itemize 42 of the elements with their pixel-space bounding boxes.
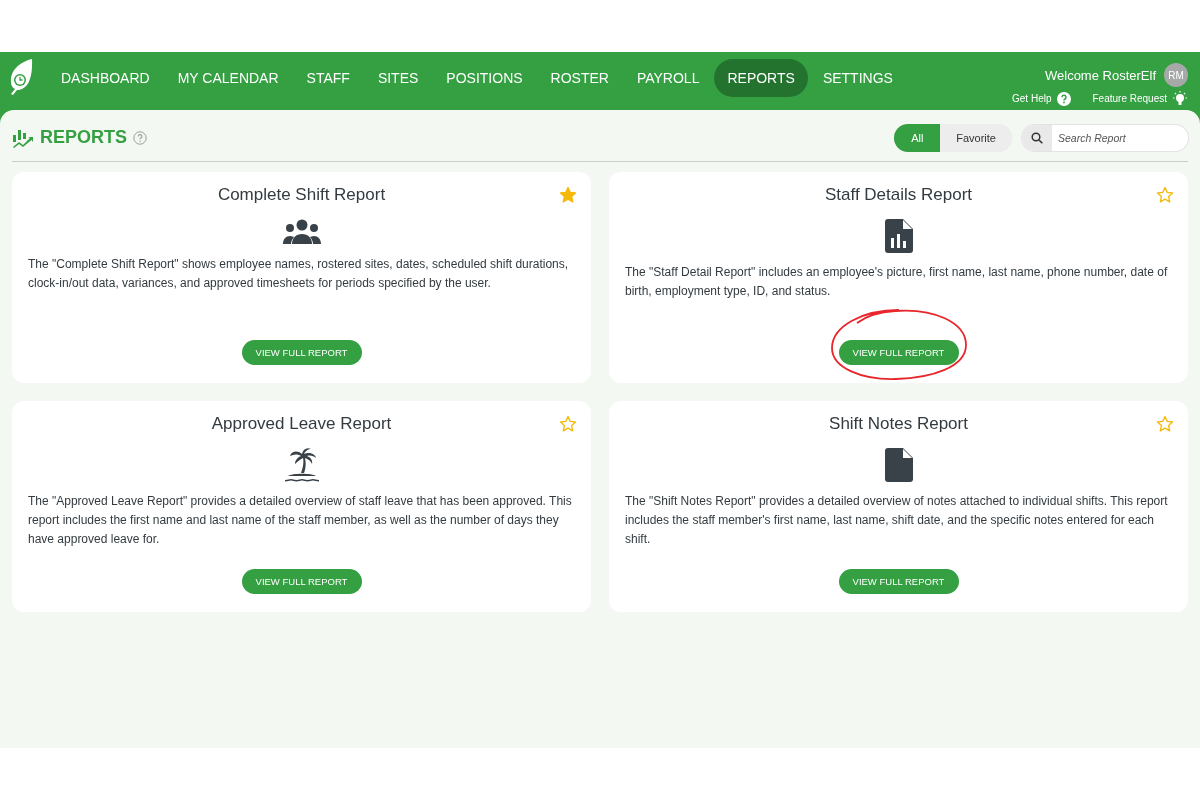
leaf-clock-logo-icon[interactable] [8,58,34,96]
user-avatar[interactable]: RM [1164,63,1188,87]
nav-tab[interactable]: REPORTS [714,59,808,97]
report-description: The "Shift Notes Report" provides a detailed overview of notes attached to individual shifts. This report includes the staff member's first name, last name, shift date, and the specific notes entered for each shift. [625,493,1169,548]
report-title: Complete Shift Report [217,185,386,205]
nav-tab[interactable]: STAFF [293,59,363,97]
report-title: Staff Details Report [824,185,973,205]
view-report-button[interactable]: VIEW FULL REPORT [838,340,959,365]
nav-tab[interactable]: ROSTER [537,59,622,97]
search-field[interactable]: Search Report [1022,124,1188,151]
report-description: The "Approved Leave Report" provides a detailed overview of staff leave that has been approved. This report includes the first name and last name of the staff member, as well as the number of days they have approved leave for. [28,493,573,548]
help-icon [1056,91,1071,106]
nav-tab[interactable]: MY CALENDAR [164,59,292,97]
chart-trend-icon [12,127,34,148]
palm-island-icon [283,448,320,482]
page-title: REPORTS [40,127,127,148]
nav-tab[interactable]: SITES [364,59,432,97]
nav-tab[interactable]: DASHBOARD [48,59,163,97]
report-title: Shift Notes Report [829,414,968,434]
report-description: The "Complete Shift Report" shows employee names, rostered sites, dates, scheduled shift durations, clock-in/out data, variances, and approved timesheets for periods specified by the user. [28,256,570,292]
chart-file-icon [884,219,913,253]
view-report-button[interactable]: VIEW FULL REPORT [838,569,959,594]
help-link[interactable]: Get Help [1012,91,1071,106]
file-icon [884,448,913,482]
view-report-button[interactable]: VIEW FULL REPORT [241,340,362,365]
star-icon[interactable] [1156,186,1174,204]
star-icon[interactable] [1156,415,1174,433]
people-icon [281,219,322,245]
search-icon [1031,131,1043,144]
nav-tab[interactable]: PAYROLL [623,59,713,97]
star-icon[interactable] [559,415,577,433]
feature-request-link[interactable]: Feature Request [1092,91,1188,106]
welcome-text: Welcome RosterElf [1045,67,1156,83]
report-title: Approved Leave Report [211,414,392,434]
nav-tab[interactable]: SETTINGS [809,59,906,97]
lightbulb-icon [1172,91,1188,106]
help-icon[interactable] [133,130,147,145]
star-icon[interactable] [559,186,577,204]
nav-tab[interactable]: POSITIONS [433,59,536,97]
filter-tab[interactable]: All [894,123,941,152]
report-description: The "Staff Detail Report" includes an employee's picture, first name, last name, phone number, date of birth, employment type, ID, and status. [625,264,1169,300]
view-report-button[interactable]: VIEW FULL REPORT [241,569,362,594]
